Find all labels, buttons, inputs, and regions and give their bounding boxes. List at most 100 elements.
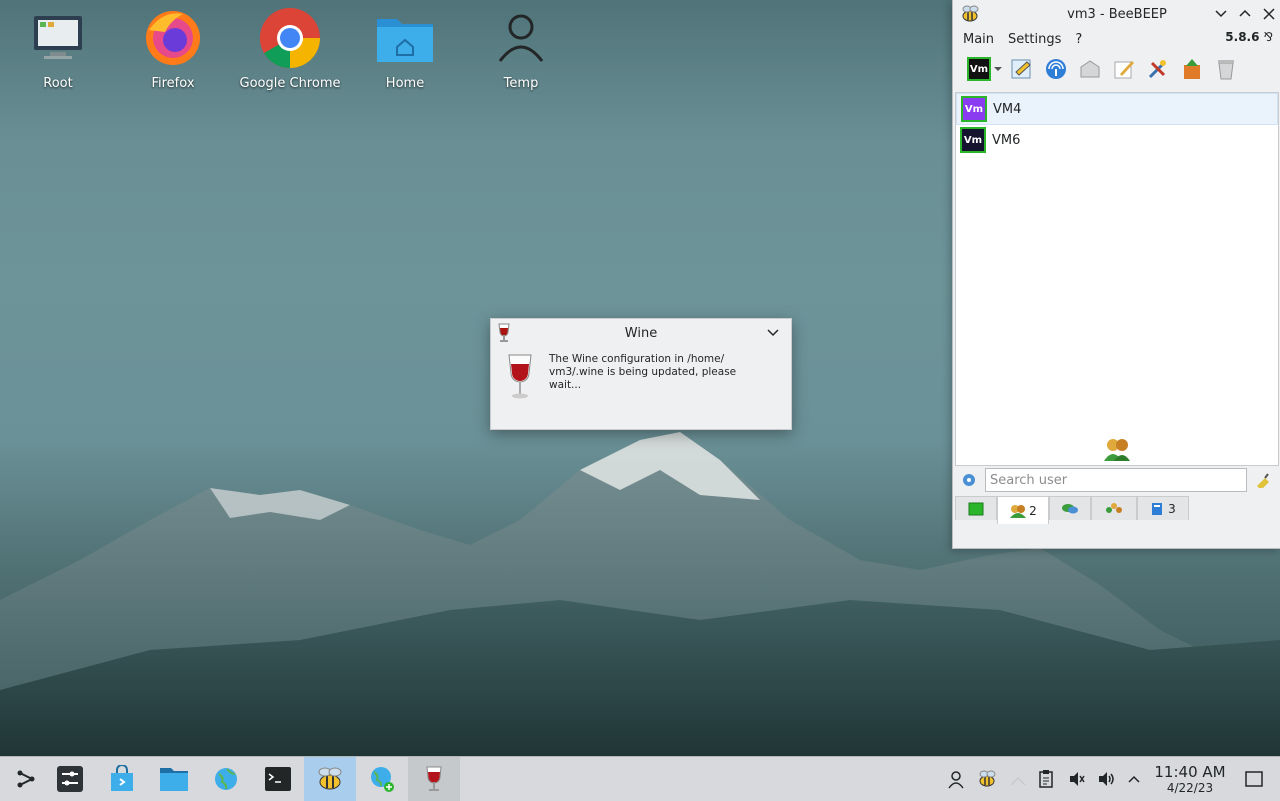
task-beebeep[interactable] [304,757,356,801]
wine-glass-icon [497,323,511,347]
beebeep-title: vm3 - BeeBEEP [1067,6,1167,22]
version-label: 5.8.6 ⅋ [1225,30,1273,44]
home-folder-icon [373,6,437,70]
user-list-item[interactable]: Vm VM4 [956,93,1278,125]
task-web-browser[interactable] [200,757,252,801]
user-avatar: Vm [961,96,987,122]
clipboard-icon[interactable] [1036,769,1056,789]
tab-users[interactable]: 2 [997,496,1049,524]
share-icon[interactable] [1179,56,1205,82]
bee-tray-icon[interactable] [976,769,996,789]
search-user-input[interactable] [985,468,1247,492]
users-tab-icon [1010,504,1027,518]
desktop-icon-home[interactable]: Home [350,6,460,91]
version-number: 5.8.6 [1225,30,1260,44]
task-network-browser[interactable] [356,757,408,801]
wine-dialog-title: Wine [624,325,658,341]
network-status-icon: ⅋ [1263,30,1273,44]
clear-search-icon[interactable] [1255,472,1271,492]
launcher-icon [17,770,35,788]
users-group-icon [1102,437,1132,467]
status-badge: Vm [967,57,991,81]
user-name: VM6 [992,132,1021,148]
close-icon[interactable] [1261,6,1277,22]
tab-files[interactable]: 3 [1137,496,1189,520]
maximize-icon[interactable] [1237,6,1253,22]
store-icon [111,765,133,791]
user-list-item[interactable]: Vm VM6 [956,125,1278,155]
status-button[interactable]: Vm [967,56,991,82]
home-tab-icon [968,502,984,515]
desktop-icon-label: Firefox [151,76,195,91]
trash-icon[interactable] [1213,56,1239,82]
user-name: VM4 [993,101,1022,117]
firefox-icon [141,6,205,70]
user-list: Vm VM4 Vm VM6 [955,92,1279,466]
wine-message-line: vm3/.wine is being updated, please wait.… [549,366,737,391]
chevron-up-icon[interactable] [1124,769,1144,789]
groups-tab-icon [1106,502,1122,513]
show-desktop-icon[interactable] [1244,769,1264,789]
taskbar: 11:40 AM 4/22/23 [0,756,1280,801]
files-tab-icon [1152,502,1163,515]
tab-files-count: 3 [1168,501,1176,516]
menu-main[interactable]: Main [963,32,994,47]
wine-message-line: The Wine configuration in /home/ [549,353,725,365]
beebeep-tabs: 2 3 [955,496,1189,524]
wine-dialog-message: The Wine configuration in /home/ vm3/.wi… [549,353,769,405]
wine-dialog-titlebar[interactable]: Wine [491,319,791,347]
user-icon [489,6,553,70]
tab-groups[interactable] [1091,496,1137,520]
globe-add-icon [371,767,394,792]
desktop-icon-temp[interactable]: Temp [466,6,576,91]
notes-icon[interactable] [1111,56,1137,82]
network-disconnected-icon[interactable] [1008,769,1028,789]
desktop-icon-label: Root [43,76,73,91]
beebeep-window: vm3 - BeeBEEP Main Settings ? 5.8.6 ⅋ Vm… [952,0,1280,549]
microphone-muted-icon[interactable] [1066,769,1086,789]
beebeep-toolbar: Vm [953,50,1280,88]
user-avatar: Vm [960,127,986,153]
beebeep-menubar: Main Settings ? 5.8.6 ⅋ [953,28,1280,50]
task-discover[interactable] [96,757,148,801]
wine-glass-large-icon [505,353,535,405]
status-dropdown-icon[interactable] [993,56,1003,82]
folder-icon [160,768,188,791]
terminal-icon [265,767,291,791]
network-icon[interactable] [1043,56,1069,82]
settings-icon [57,766,83,792]
user-switch-icon[interactable] [946,769,966,789]
menu-help[interactable]: ? [1075,32,1082,47]
search-options-icon[interactable] [961,472,977,492]
chat-tab-icon [1062,503,1078,513]
desktop-icon-root[interactable]: Root [3,6,113,91]
beebeep-titlebar[interactable]: vm3 - BeeBEEP [953,0,1280,28]
minimize-icon[interactable] [1213,6,1229,22]
clock[interactable]: 11:40 AM 4/22/23 [1150,763,1230,795]
chrome-icon [258,6,322,70]
desktop-icon-label: Google Chrome [239,76,341,91]
mailbox-icon[interactable] [1077,56,1103,82]
tab-home[interactable] [955,496,997,520]
globe-icon [215,768,237,790]
tools-icon[interactable] [1145,56,1171,82]
tab-chats[interactable] [1049,496,1091,520]
chevron-down-icon[interactable] [765,325,781,341]
volume-icon[interactable] [1096,769,1116,789]
computer-icon [26,6,90,70]
clock-date: 4/22/23 [1166,781,1214,795]
task-wine[interactable] [408,757,460,801]
tab-users-count: 2 [1029,503,1037,518]
task-terminal[interactable] [252,757,304,801]
desktop-icon-label: Temp [503,76,539,91]
desktop-icon-firefox[interactable]: Firefox [118,6,228,91]
desktop-icon-chrome[interactable]: Google Chrome [235,6,345,91]
task-system-settings[interactable] [44,757,96,801]
edit-profile-icon[interactable] [1009,56,1035,82]
menu-settings[interactable]: Settings [1008,32,1061,47]
clock-time: 11:40 AM [1154,763,1226,781]
task-file-manager[interactable] [148,757,200,801]
bee-icon [318,767,342,790]
wine-dialog: Wine The Wine configuration in /home/ vm… [490,318,792,430]
wine-glass-icon [426,766,442,791]
